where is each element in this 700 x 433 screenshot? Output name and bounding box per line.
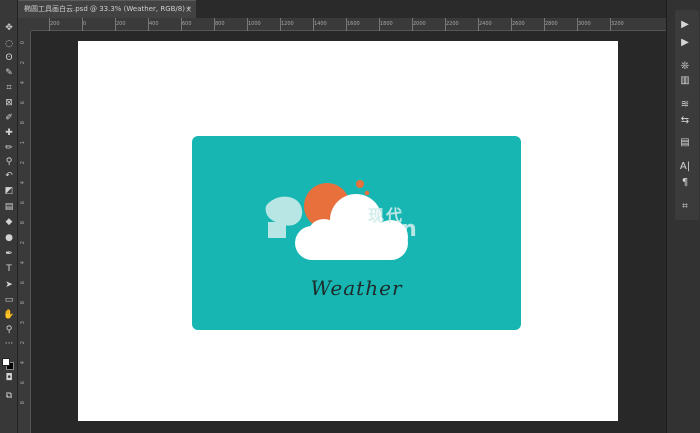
- ruler-tick-label: 0: [81, 18, 87, 31]
- path-select-icon[interactable]: ➤: [2, 279, 16, 291]
- ruler-tick-label: 4: [20, 181, 26, 185]
- ruler-tick-label: 2000: [412, 18, 426, 31]
- document-tab-title: 椭圆工具画白云.psd @ 33.3% (Weather, RGB/8) *: [24, 5, 191, 13]
- crop-tool-icon[interactable]: ⌗: [2, 82, 16, 94]
- ruler-tick-label: 4: [20, 261, 26, 265]
- ruler-tick-label: 2200: [445, 18, 459, 31]
- crop-panel-icon[interactable]: ⌗: [677, 200, 693, 214]
- ruler-tick-label: 2400: [478, 18, 492, 31]
- ruler-tick-label: 1200: [280, 18, 294, 31]
- ruler-tick-label: 2: [20, 341, 26, 345]
- ruler-tick-label: 8: [20, 401, 26, 405]
- lasso-tool-icon[interactable]: ʘ: [2, 52, 16, 64]
- more-tools-icon[interactable]: ···: [2, 338, 16, 350]
- ruler-tick-label: 1400: [313, 18, 327, 31]
- blur-tool-icon[interactable]: ◆: [2, 216, 16, 228]
- sun-dot-small: [364, 190, 370, 196]
- ruler-tick-label: 3000: [577, 18, 591, 31]
- ruler-tick-label: 4: [20, 81, 26, 85]
- ruler-tick-label: 600: [181, 18, 192, 31]
- ruler-tick-label: 200: [49, 18, 60, 31]
- properties-icon[interactable]: ⇆: [677, 114, 693, 128]
- weather-title: Weather: [310, 276, 403, 300]
- eyedropper-tool-icon[interactable]: ✐: [2, 112, 16, 124]
- ruler-tick-label: 3: [20, 321, 26, 325]
- quick-select-tool-icon[interactable]: ✎: [2, 67, 16, 79]
- ruler-tick-label: 1600: [346, 18, 360, 31]
- move-tool-icon[interactable]: ✥: [2, 22, 16, 34]
- ruler-tick-label: 1: [20, 141, 26, 145]
- actions-icon[interactable]: ▶: [677, 36, 693, 50]
- ruler-tick-label: 0: [20, 41, 26, 45]
- adjustments-icon[interactable]: ≋: [677, 98, 693, 112]
- paragraph-icon[interactable]: ¶: [677, 176, 693, 190]
- history-brush-icon[interactable]: ↶: [2, 170, 16, 182]
- ruler-tick-label: 2: [20, 161, 26, 165]
- dodge-tool-icon[interactable]: ●: [2, 232, 16, 244]
- watermark-text: 现代: [368, 206, 405, 225]
- weather-card[interactable]: on 现代 Weather: [192, 136, 521, 330]
- ruler-tick-label: 400: [148, 18, 159, 31]
- ruler-tick-label: 6: [20, 281, 26, 285]
- gradient-tool-icon[interactable]: ▤: [2, 201, 16, 213]
- document-tab[interactable]: 椭圆工具画白云.psd @ 33.3% (Weather, RGB/8) * ×: [18, 0, 196, 18]
- hand-tool-icon[interactable]: ✋: [2, 309, 16, 321]
- ruler-tick-label: 3200: [610, 18, 624, 31]
- shape-tool-icon[interactable]: ▭: [2, 294, 16, 306]
- artboard[interactable]: on 现代 Weather: [78, 41, 618, 421]
- ruler-tick-label: 2800: [544, 18, 558, 31]
- type-tool-icon[interactable]: T: [2, 263, 16, 275]
- eraser-tool-icon[interactable]: ◩: [2, 185, 16, 197]
- swatches-icon[interactable]: ▤: [677, 136, 693, 150]
- play-icon[interactable]: ▶: [677, 18, 693, 32]
- ruler-tick-label: 1800: [379, 18, 393, 31]
- document-tab-bar: 椭圆工具画白云.psd @ 33.3% (Weather, RGB/8) * ×: [18, 0, 666, 18]
- frame-tool-icon[interactable]: ⊠: [2, 97, 16, 109]
- ruler-tick-label: 2: [20, 61, 26, 65]
- ruler-tick-label: 8: [20, 221, 26, 225]
- quick-mask-icon[interactable]: ◘: [2, 372, 16, 384]
- ruler-origin[interactable]: [18, 18, 31, 31]
- ruler-tick-label: 6: [20, 381, 26, 385]
- marquee-tool-icon[interactable]: ◌: [2, 38, 16, 50]
- canvas-area[interactable]: on 现代 Weather: [31, 31, 666, 433]
- tools-panel: ✥ ◌ ʘ ✎ ⌗ ⊠ ✐ ✚ ✏ ⚲ ↶ ◩ ▤ ◆ ● ✒ T ➤ ▭ ✋ ⚲ ··· ◘ ⧉: [0, 0, 18, 433]
- pen-tool-icon[interactable]: ✒: [2, 248, 16, 260]
- ruler-tick-label: 2: [20, 241, 26, 245]
- ruler-vertical: 0 2 4 6 8 1 2 4 6 8 2 4 6 8 3 2 4 6 8: [18, 31, 31, 433]
- sun-dot-large: [356, 180, 364, 188]
- ruler-tick-label: 200: [115, 18, 126, 31]
- brush-tool-icon[interactable]: ✏: [2, 142, 16, 154]
- weather-illustration: on: [265, 180, 417, 260]
- character-icon[interactable]: A|: [677, 160, 693, 174]
- healing-brush-icon[interactable]: ✚: [2, 127, 16, 139]
- foreground-color-swatch[interactable]: [2, 358, 10, 366]
- ruler-horizontal: 200 0 200 400 600 800 1000 1200 1400 1600 1800 2000…: [18, 18, 666, 31]
- zoom-tool-icon[interactable]: ⚲: [2, 324, 16, 336]
- ruler-tick-label: 800: [214, 18, 225, 31]
- close-icon[interactable]: ×: [185, 1, 192, 18]
- ruler-tick-label: 6: [20, 201, 26, 205]
- ruler-tick-label: 4: [20, 361, 26, 365]
- clone-stamp-icon[interactable]: ⚲: [2, 156, 16, 168]
- ruler-tick-label: 6: [20, 101, 26, 105]
- screen-mode-icon[interactable]: ⧉: [2, 390, 16, 402]
- ruler-tick-label: 8: [20, 121, 26, 125]
- panel-dock: ▶ ▶ ❊ ▥ ≋ ⇆ ▤ A| ¶ ⌗: [666, 0, 700, 433]
- watermark-logo-icon: [265, 196, 303, 238]
- ruler-tick-label: 1000: [247, 18, 261, 31]
- ruler-tick-label: 8: [20, 301, 26, 305]
- ruler-tick-label: 2600: [511, 18, 525, 31]
- brushes-icon[interactable]: ▥: [677, 74, 693, 88]
- brush-settings-icon[interactable]: ❊: [677, 60, 693, 74]
